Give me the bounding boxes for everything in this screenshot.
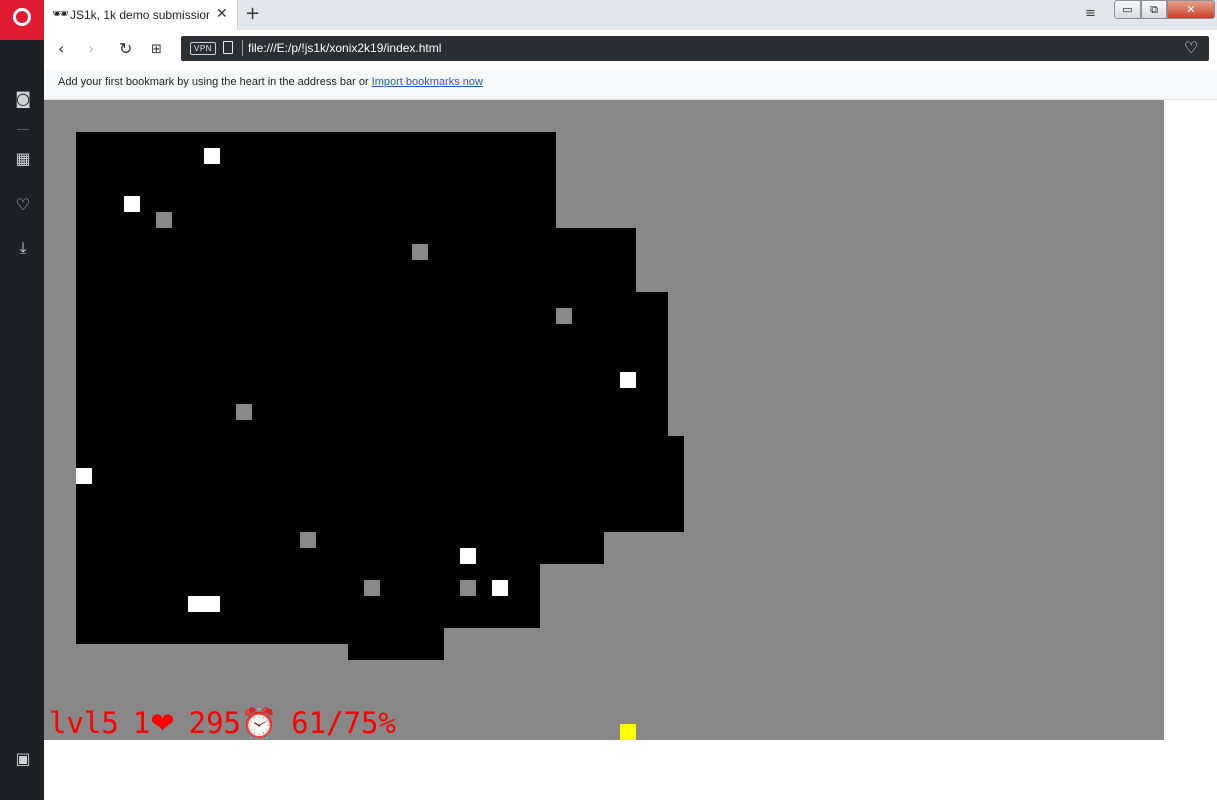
enemy	[556, 308, 572, 324]
downloads-icon[interactable]: ⤓	[12, 237, 34, 259]
ball	[188, 596, 220, 612]
vpn-badge[interactable]: VPN	[190, 42, 216, 55]
filled-area	[348, 644, 444, 660]
tab-menu-icon[interactable]: ≡	[1085, 6, 1096, 21]
sidebar: ◙ ▦ ♡ ⤓ ▣	[0, 40, 44, 800]
tab-title: JS1k, 1k demo submission [1	[70, 8, 210, 22]
ball	[460, 548, 476, 564]
filled-area	[76, 228, 636, 292]
url-separator	[242, 40, 243, 56]
enemy	[412, 244, 428, 260]
restore-button[interactable]: ⧉	[1141, 0, 1167, 19]
navigation-bar: ‹ › ↻ ⊞ VPN file:///E:/p/!js1k/xonix2k19…	[44, 30, 1217, 70]
ball	[76, 468, 92, 484]
heart-icon: ❤	[150, 706, 175, 740]
ball	[492, 580, 508, 596]
import-bookmarks-link[interactable]: Import bookmarks now	[372, 76, 483, 88]
bookmark-heart-icon[interactable]: ♡	[1184, 38, 1198, 58]
filled-area	[76, 436, 684, 532]
url-text[interactable]: file:///E:/p/!js1k/xonix2k19/index.html	[248, 41, 441, 56]
filled-area	[76, 628, 444, 644]
bookmark-hint: Add your first bookmark by using the hea…	[58, 76, 483, 88]
enemy	[364, 580, 380, 596]
opera-logo-icon[interactable]	[0, 0, 44, 40]
alarm-clock-icon: ⏰	[241, 706, 278, 740]
bookmark-hint-bar: Add your first bookmark by using the hea…	[44, 70, 1217, 100]
lives-count: 1	[132, 706, 151, 740]
file-icon	[223, 41, 233, 54]
ball	[124, 196, 140, 212]
tab-overview-button[interactable]: ⊞	[151, 41, 162, 59]
fill-progress: 61/75%	[291, 706, 396, 740]
forward-button[interactable]: ›	[88, 40, 94, 58]
address-bar[interactable]: VPN file:///E:/p/!js1k/xonix2k19/index.h…	[181, 36, 1209, 61]
level-indicator: lvl5	[49, 706, 119, 740]
enemy	[236, 404, 252, 420]
tab-strip: 🕶 JS1k, 1k demo submission [1 ✕ + ≡ ▭ ⧉ …	[0, 0, 1217, 30]
new-tab-button[interactable]: +	[245, 4, 260, 24]
enemy	[156, 212, 172, 228]
back-button[interactable]: ‹	[58, 40, 64, 58]
enemy	[460, 580, 476, 596]
game-canvas[interactable]: lvl5 1❤ 295⏰ 61/75%	[44, 100, 1164, 740]
window-controls: ▭ ⧉ ✕	[1114, 0, 1215, 19]
filled-area	[76, 132, 556, 228]
speed-dial-icon[interactable]: ▦	[12, 148, 34, 170]
player-cursor	[620, 724, 636, 740]
tab-close-icon[interactable]: ✕	[216, 6, 228, 22]
sidebar-divider	[17, 129, 29, 130]
browser-window: 🕶 JS1k, 1k demo submission [1 ✕ + ≡ ▭ ⧉ …	[0, 0, 1217, 800]
filled-area	[76, 532, 604, 564]
enemy	[300, 532, 316, 548]
camera-icon[interactable]: ◙	[12, 88, 34, 110]
minimize-button[interactable]: ▭	[1114, 0, 1141, 19]
time-remaining: 295	[188, 706, 242, 740]
ball	[204, 148, 220, 164]
active-tab[interactable]: 🕶 JS1k, 1k demo submission [1 ✕	[44, 0, 238, 30]
filled-area	[76, 292, 668, 436]
filled-area	[76, 564, 540, 628]
bookmarks-heart-icon[interactable]: ♡	[12, 194, 34, 216]
sidebar-toggle-icon[interactable]: ▣	[12, 748, 34, 770]
game-hud: lvl5 1❤ 295⏰ 61/75%	[49, 706, 396, 740]
bookmark-hint-text: Add your first bookmark by using the hea…	[58, 76, 372, 88]
reload-button[interactable]: ↻	[119, 40, 132, 58]
ball	[620, 372, 636, 388]
incognito-icon: 🕶	[52, 7, 69, 22]
close-window-button[interactable]: ✕	[1167, 0, 1215, 19]
